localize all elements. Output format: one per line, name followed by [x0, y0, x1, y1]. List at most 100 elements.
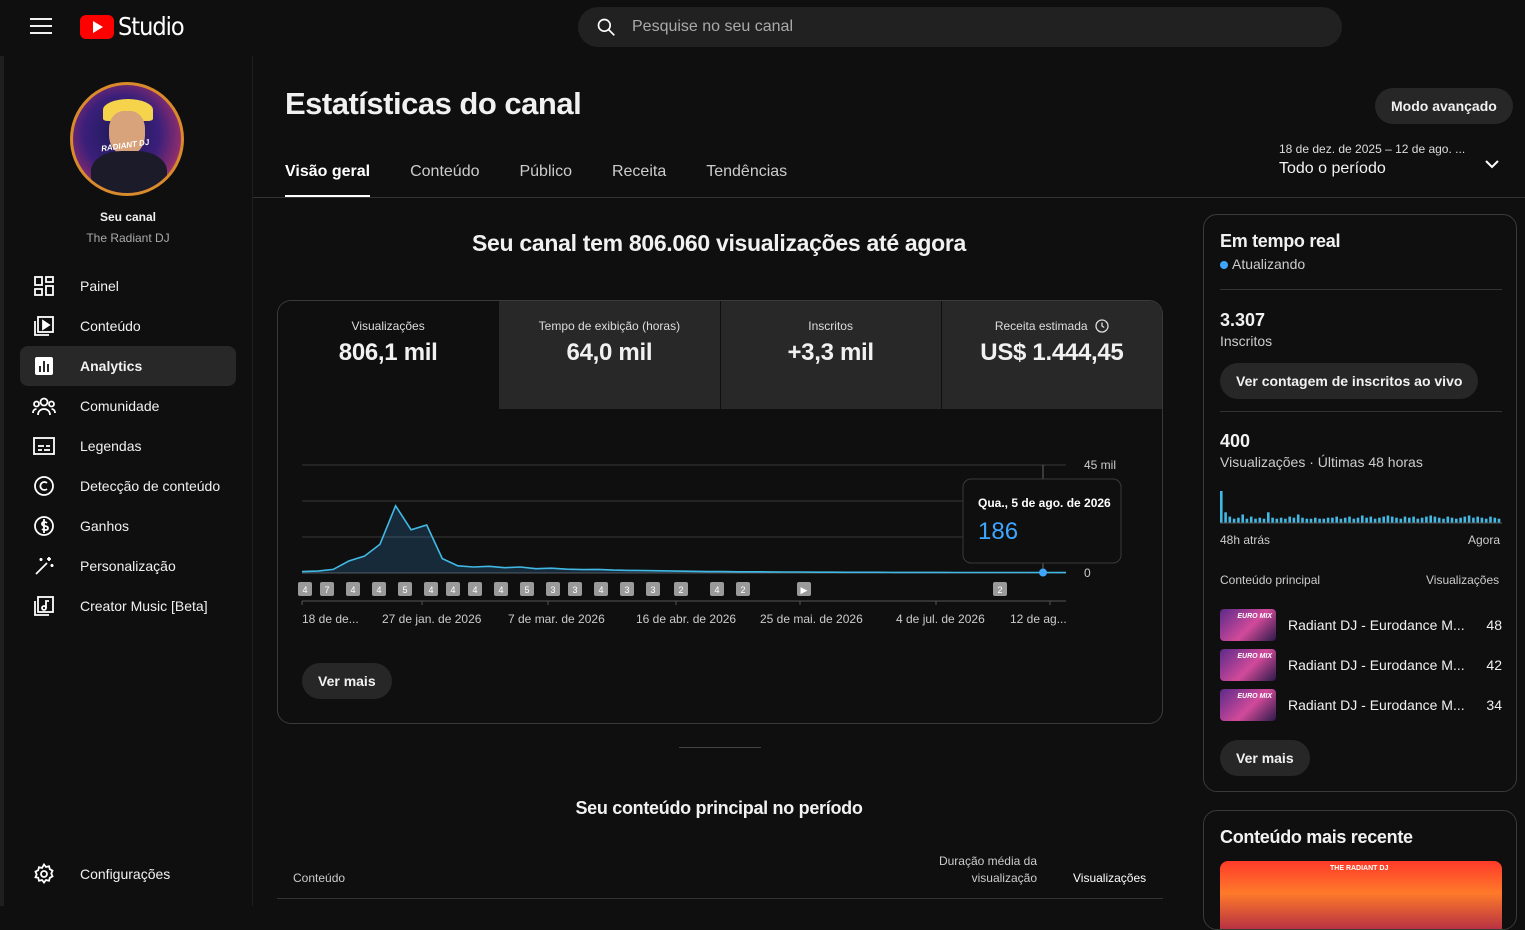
sidebar-item-label: Creator Music [Beta]: [80, 598, 208, 614]
sparkline-bar: [1489, 516, 1492, 523]
clock-icon: [1095, 319, 1109, 333]
tooltip-date: Qua., 5 de ago. de 2026: [978, 496, 1111, 510]
community-icon: [32, 394, 56, 418]
overview-card: Visualizações 806,1 mil Tempo de exibiçã…: [277, 300, 1163, 724]
sparkline-bar: [1254, 518, 1257, 523]
live-dot-icon: [1220, 261, 1228, 269]
sparkline-bar: [1271, 517, 1274, 523]
see-more-button[interactable]: Ver mais: [302, 663, 392, 699]
gear-icon: [32, 862, 56, 886]
column-header-content[interactable]: Conteúdo: [293, 871, 345, 885]
series-area: [302, 505, 1066, 573]
sparkline-bar: [1267, 512, 1270, 523]
sparkline-bar: [1237, 517, 1240, 523]
realtime-status: Atualizando: [1220, 256, 1305, 272]
annotation-marker-label: 5: [402, 585, 407, 595]
video-thumbnail: EURO MIX: [1220, 689, 1276, 721]
advanced-mode-button[interactable]: Modo avançado: [1375, 88, 1513, 124]
metric-views[interactable]: Visualizações 806,1 mil: [278, 301, 499, 409]
sparkline-bar: [1241, 514, 1244, 523]
sparkline-bar: [1412, 516, 1415, 523]
metric-subscribers[interactable]: Inscritos +3,3 mil: [719, 301, 941, 409]
top-content-row[interactable]: EURO MIX Radiant DJ - Eurodance M... 34: [1220, 689, 1502, 721]
tab-conteudo[interactable]: Conteúdo: [410, 160, 479, 198]
annotation-marker-label: 4: [302, 585, 307, 595]
menu-icon[interactable]: [30, 18, 52, 36]
video-title: Radiant DJ - Eurodance M...: [1288, 617, 1464, 633]
sparkline-bar: [1335, 516, 1338, 523]
divider: [1220, 411, 1502, 412]
video-thumbnail: EURO MIX: [1220, 649, 1276, 681]
tab-visao-geral[interactable]: Visão geral: [285, 160, 371, 198]
sparkline-bar: [1348, 516, 1351, 523]
magic-wand-icon: [32, 554, 56, 578]
sparkline-bar: [1309, 518, 1313, 523]
live-subs-button[interactable]: Ver contagem de inscritos ao vivo: [1220, 363, 1479, 399]
date-range-dates: 18 de dez. de 2025 – 12 de ago. ...: [1279, 142, 1466, 156]
x-tick-label: 12 de ag...: [1010, 612, 1067, 626]
sparkline-bar: [1331, 517, 1334, 523]
realtime-see-more-button[interactable]: Ver mais: [1220, 740, 1310, 776]
search-bar[interactable]: [578, 7, 1342, 47]
sidebar-item-configuracoes[interactable]: Configurações: [20, 854, 236, 894]
sidebar-item-analytics[interactable]: Analytics: [20, 346, 236, 386]
sidebar-item-comunidade[interactable]: Comunidade: [20, 386, 236, 426]
video-views: 34: [1486, 697, 1502, 713]
sparkline-bar: [1395, 517, 1398, 523]
sparkline-bar: [1258, 517, 1262, 523]
sidebar-item-conteudo[interactable]: Conteúdo: [20, 306, 236, 346]
sparkline-bar: [1403, 516, 1407, 523]
realtime-status-text: Atualizando: [1232, 256, 1306, 272]
divider: [1220, 289, 1502, 290]
annotation-marker-label: 2: [678, 585, 683, 595]
sparkline-bar: [1455, 518, 1458, 523]
metric-watch-time[interactable]: Tempo de exibição (horas) 64,0 mil: [498, 301, 720, 409]
annotation-marker-label: 3: [572, 585, 577, 595]
sidebar-item-legendas[interactable]: Legendas: [20, 426, 236, 466]
sparkline-bar: [1463, 516, 1467, 523]
studio-logo[interactable]: Studio: [80, 12, 185, 41]
tab-tendencias[interactable]: Tendências: [706, 160, 787, 198]
date-range-selector[interactable]: 18 de dez. de 2025 – 12 de ago. ... Todo…: [1279, 142, 1509, 178]
sparkline-bar: [1228, 516, 1232, 523]
views-chart[interactable]: 45 mil 0 4 7 4 4 5 4 4 4 4 5 3 3 4 3 3 2 4 2 ▶ 2 18 de de... 27…: [278, 409, 1163, 649]
sparkline-bar: [1480, 517, 1484, 523]
sidebar-item-deteccao[interactable]: Detecção de conteúdo: [20, 466, 236, 506]
sidebar-item-label: Ganhos: [80, 518, 130, 534]
sparkline-bar: [1352, 518, 1356, 523]
sparkline-bar: [1343, 517, 1347, 523]
sparkline-bar: [1369, 516, 1373, 523]
metric-label: Inscritos: [808, 319, 853, 333]
annotation-marker-label: 3: [550, 585, 555, 595]
dashboard-icon: [32, 274, 56, 298]
realtime-views-value: 400: [1220, 431, 1251, 451]
sparkline-bar: [1497, 518, 1501, 523]
tab-publico[interactable]: Público: [519, 160, 571, 198]
date-range-label: Todo o período: [1279, 160, 1386, 177]
top-content-row[interactable]: EURO MIX Radiant DJ - Eurodance M... 42: [1220, 649, 1502, 681]
sparkline-bar: [1442, 518, 1445, 523]
metric-label: Visualizações: [351, 319, 425, 333]
channel-avatar[interactable]: RADIANT DJ: [70, 82, 184, 196]
metric-revenue[interactable]: Receita estimada US$ 1.444,45: [940, 301, 1162, 409]
sidebar-item-painel[interactable]: Painel: [20, 266, 236, 306]
recent-content-title: Conteúdo mais recente: [1220, 827, 1413, 847]
video-views: 48: [1486, 617, 1502, 633]
recent-content-card: Conteúdo mais recente THE RADIANT DJ: [1203, 810, 1517, 930]
sidebar-bottom: Configurações: [20, 854, 236, 894]
column-header-avg-duration[interactable]: Duração média da visualização: [903, 853, 1037, 887]
search-input[interactable]: [632, 18, 1312, 36]
realtime-sparkline[interactable]: [1220, 485, 1502, 525]
annotation-marker-label: 4: [714, 585, 719, 595]
sidebar-item-creator-music[interactable]: Creator Music [Beta]: [20, 586, 236, 626]
recent-video-thumbnail[interactable]: THE RADIANT DJ: [1220, 861, 1502, 929]
top-content-title: Seu conteúdo principal no período: [575, 798, 863, 818]
x-tick-label: 7 de mar. de 2026: [508, 612, 605, 626]
sidebar-item-personalizacao[interactable]: Personalização: [20, 546, 236, 586]
sidebar-item-ganhos[interactable]: Ganhos: [20, 506, 236, 546]
sparkline-bar: [1356, 517, 1360, 523]
tab-receita[interactable]: Receita: [612, 160, 666, 198]
column-header-views[interactable]: Visualizações: [1073, 871, 1146, 885]
top-content-row[interactable]: EURO MIX Radiant DJ - Eurodance M... 48: [1220, 609, 1502, 641]
sparkline-bar: [1437, 517, 1441, 523]
